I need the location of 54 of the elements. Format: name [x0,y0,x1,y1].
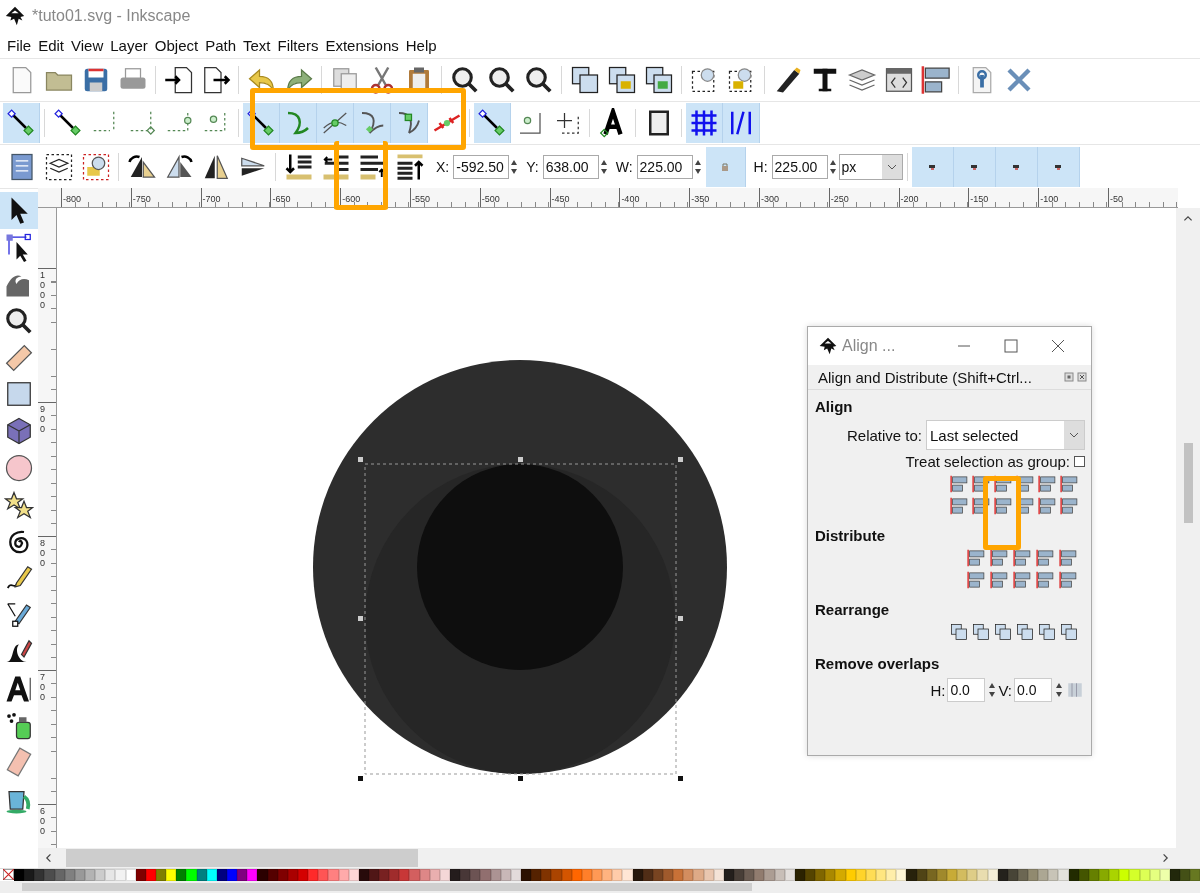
ruler-label: 1000 [40,271,46,311]
unit-dropdown[interactable]: px [838,153,903,180]
menu-item[interactable]: Help [402,36,440,54]
x-label: X: [436,158,450,175]
ruler-label: -300 [759,194,779,204]
ruler-label: -750 [131,194,151,204]
y-label: Y: [526,158,539,175]
x-field[interactable]: -592.50 [453,154,510,179]
dialog-title: Align ... [842,337,896,355]
section-heading: Distribute [815,527,886,544]
panel-title: Align and Distribute (Shift+Ctrl... [818,368,1032,386]
section-heading: Remove overlaps [815,655,941,672]
section-heading: Align [815,398,854,415]
menu-item[interactable]: Extensions [322,36,402,54]
ruler-label: -400 [620,194,640,204]
ruler-label: -500 [480,194,500,204]
menu-item[interactable]: Edit [35,36,68,54]
ruler-label: -50 [1108,194,1123,204]
ruler-label: 700 [40,673,46,703]
ruler-label: -350 [690,194,710,204]
ruler-label: -450 [550,194,570,204]
w-field[interactable]: 225.00 [636,154,693,179]
menu-item[interactable]: Path [202,36,240,54]
ruler-label: -550 [411,194,430,204]
relative-to-dropdown[interactable]: Last selected [926,420,1085,450]
ruler-label: -800 [62,194,81,204]
ruler-label: -200 [899,194,919,204]
menu-item[interactable]: View [68,36,107,54]
ruler-label: 800 [40,539,46,569]
relative-to-label: Relative to: [846,426,922,444]
window-title: *tuto01.svg - Inkscape [32,7,191,25]
menu-item[interactable]: Object [151,36,202,54]
ruler-label: -250 [829,194,849,204]
w-label: W: [615,158,633,175]
ruler-label: -150 [969,194,989,204]
menu-item[interactable]: Filters [274,36,322,54]
h-gap-field[interactable]: 0.0 [947,678,986,702]
v-gap-field[interactable]: 0.0 [1014,678,1052,702]
ruler-label: -600 [341,194,361,204]
ruler-label: -650 [271,194,291,204]
menu-item[interactable]: Text [240,36,274,54]
treat-as-group-label: Treat selection as group: [905,453,1070,470]
h-label: H: [930,681,946,699]
section-heading: Rearrange [815,601,891,618]
y-field[interactable]: 638.00 [542,154,599,179]
ruler-label: -700 [201,194,221,204]
ruler-label: -100 [1039,194,1059,204]
menu-item[interactable]: File [4,36,35,54]
h-field[interactable]: 225.00 [771,154,828,179]
ruler-label: 900 [40,405,46,435]
ruler-label: 600 [40,807,46,837]
menu-item[interactable]: Layer [107,36,151,54]
v-label: V: [998,681,1012,699]
h-label: H: [753,158,768,175]
